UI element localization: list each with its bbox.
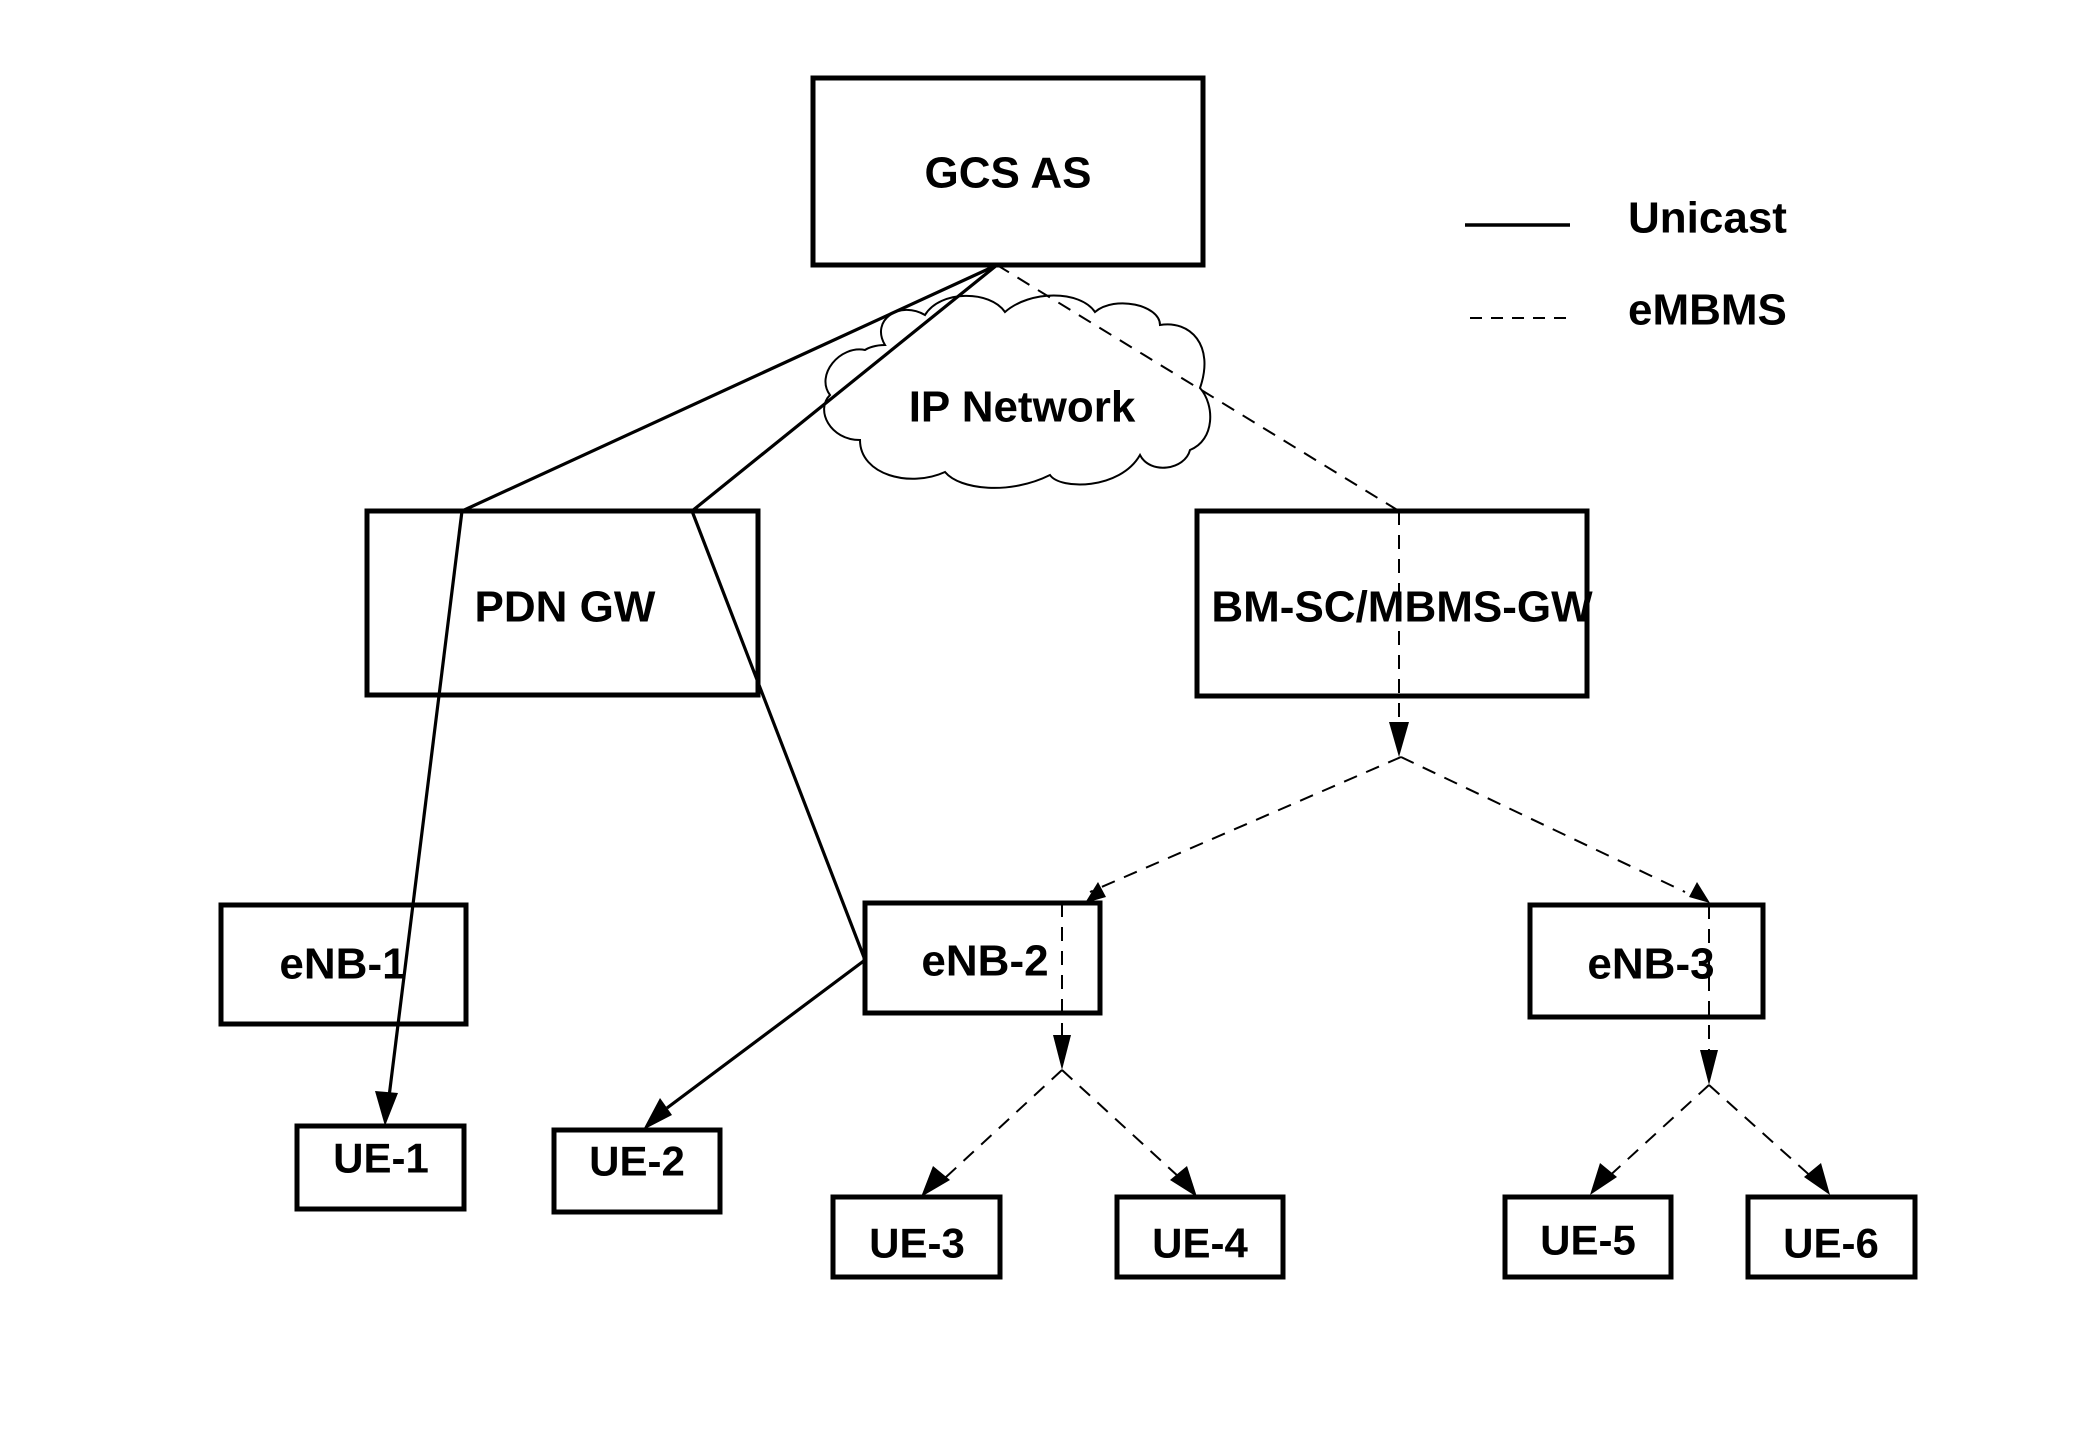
- node-ue5[interactable]: UE-5: [1502, 1194, 1674, 1280]
- arrowhead-icon: [1700, 1050, 1718, 1085]
- edge-bmsc-to-enb3: [1400, 756, 1686, 893]
- arrowhead-icon: [375, 1091, 398, 1126]
- node-ue2[interactable]: UE-2: [551, 1127, 723, 1215]
- pdn-gw-label: PDN GW: [475, 583, 656, 632]
- arrowhead-icon: [643, 1098, 672, 1130]
- arrowhead-icon: [1689, 882, 1710, 903]
- gcs-as-label: GCS AS: [924, 149, 1091, 198]
- ue4-label: UE-4: [1152, 1220, 1248, 1267]
- edge-enb2-to-ue4: [1061, 1069, 1181, 1179]
- node-ue1[interactable]: UE-1: [294, 1123, 467, 1212]
- enb3-label: eNB-3: [1587, 940, 1714, 989]
- node-ue3[interactable]: UE-3: [830, 1194, 1003, 1280]
- legend: Unicast eMBMS: [1465, 194, 1787, 335]
- edge-pdn-to-ue1: [386, 510, 464, 1106]
- network-diagram: IP Network GCS AS PDN GW BM-SC/MBMS-GW e…: [218, 75, 1918, 1280]
- legend-embms-label: eMBMS: [1628, 286, 1787, 335]
- node-ue4[interactable]: UE-4: [1114, 1194, 1286, 1280]
- ip-network-cloud: IP Network: [823, 294, 1212, 489]
- edge-enb2-to-ue3: [944, 1069, 1063, 1179]
- enb2-label: eNB-2: [921, 937, 1048, 986]
- arrowhead-icon: [921, 1166, 950, 1197]
- edge-enb2-to-ue2: [666, 958, 866, 1110]
- arrowhead-icon: [1053, 1035, 1071, 1070]
- ue5-label: UE-5: [1540, 1217, 1636, 1264]
- node-enb1[interactable]: eNB-1: [218, 902, 469, 1027]
- legend-unicast-label: Unicast: [1628, 194, 1787, 243]
- arrowhead-icon: [1389, 722, 1409, 757]
- node-ue6[interactable]: UE-6: [1745, 1194, 1918, 1280]
- node-bmsc-mbms-gw[interactable]: BM-SC/MBMS-GW: [1194, 508, 1593, 699]
- arrowhead-icon: [1590, 1163, 1617, 1195]
- arrowhead-icon: [1170, 1166, 1197, 1197]
- enb1-label: eNB-1: [279, 940, 406, 989]
- node-enb3[interactable]: eNB-3: [1527, 902, 1766, 1020]
- ue3-label: UE-3: [869, 1220, 965, 1267]
- arrowhead-icon: [1085, 882, 1106, 903]
- edge-enb3-to-ue6: [1708, 1084, 1816, 1181]
- edge-enb3-to-ue5: [1604, 1084, 1710, 1181]
- node-gcs-as[interactable]: GCS AS: [810, 75, 1206, 268]
- edge-bmsc-to-enb2: [1089, 756, 1402, 893]
- ue6-label: UE-6: [1783, 1220, 1879, 1267]
- bmsc-mbms-gw-label: BM-SC/MBMS-GW: [1211, 583, 1593, 632]
- node-enb2[interactable]: eNB-2: [862, 900, 1103, 1016]
- arrowhead-icon: [1804, 1163, 1830, 1195]
- node-pdn-gw[interactable]: PDN GW: [364, 508, 761, 698]
- ue1-label: UE-1: [333, 1135, 429, 1182]
- edge-pdn-to-enb2: [690, 510, 867, 961]
- ip-network-label: IP Network: [909, 383, 1136, 432]
- ue2-label: UE-2: [589, 1138, 685, 1185]
